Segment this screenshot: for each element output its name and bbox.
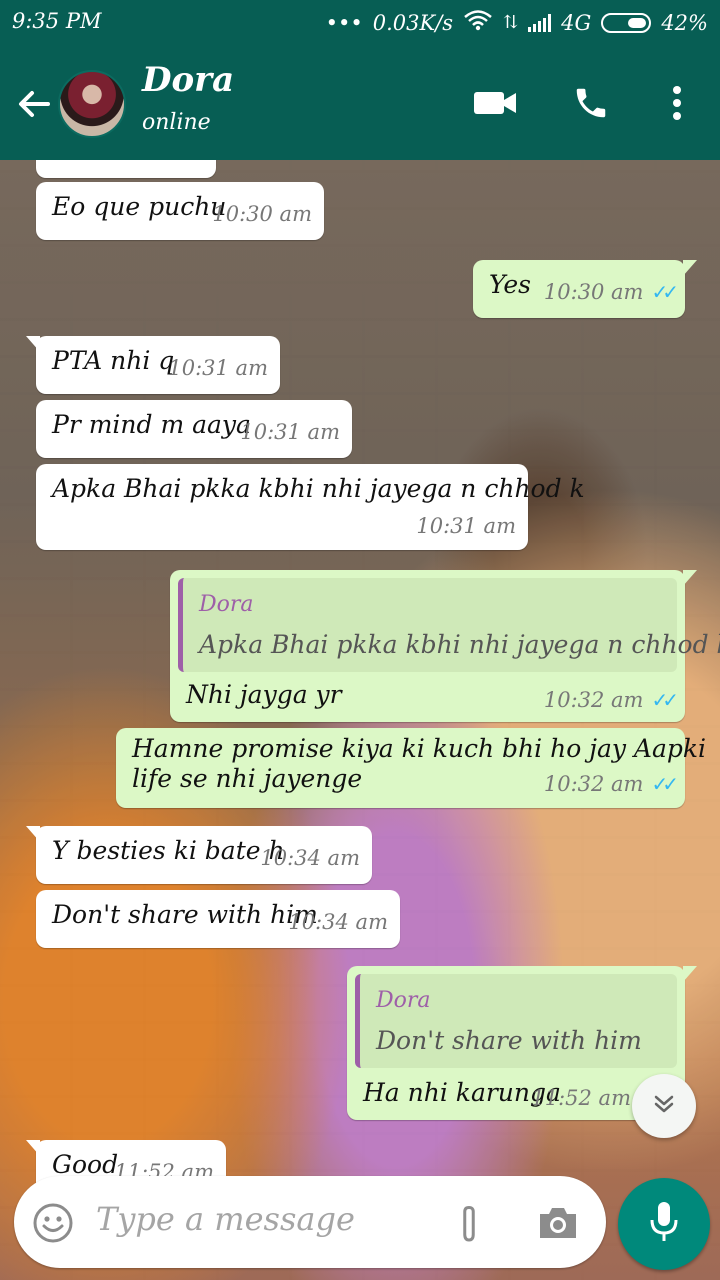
message-bubble-incoming[interactable]: Y besties ki bate h 10:34 am [26, 826, 372, 884]
quoted-text: Apka Bhai pkka kbhi nhi jayega n chhod k [199, 630, 720, 659]
mic-icon [647, 1200, 681, 1248]
avatar[interactable] [58, 70, 126, 138]
message-time: 10:30 am [543, 280, 644, 304]
quoted-author: Dora [199, 592, 254, 617]
emoji-icon[interactable] [32, 1202, 74, 1248]
message-meta: 10:32 am ✓✓ [543, 688, 679, 712]
quoted-message[interactable]: Dora Apka Bhai pkka kbhi nhi jayega n ch… [178, 578, 720, 672]
bubble-tail [683, 260, 697, 276]
bubble-tail [683, 570, 697, 586]
phone-icon[interactable] [566, 78, 616, 128]
mic-button[interactable] [618, 1178, 710, 1270]
presence-status: online [142, 110, 211, 135]
message-time: 10:31 am [240, 420, 340, 444]
attach-icon[interactable] [448, 1202, 490, 1248]
message-text: Y besties ki bate h [52, 836, 285, 865]
bubble-tail [26, 826, 40, 842]
bubble-tail [26, 1140, 40, 1156]
message-text: Apka Bhai pkka kbhi nhi jayega n chhod k [52, 474, 585, 503]
read-receipt-icon: ✓✓ [651, 772, 678, 796]
message-text: Pr mind m aaya [52, 410, 251, 439]
message-bubble-incoming[interactable]: Pr mind m aaya 10:31 am [36, 400, 352, 458]
message-bubble-incoming[interactable]: Eo que puchu 10:30 am [36, 182, 324, 240]
message-bubble-incoming[interactable]: PTA nhi q 10:31 am [26, 336, 280, 394]
network-speed: 0.03K/s [372, 10, 454, 35]
message-meta: 10:32 am ✓✓ [543, 772, 679, 796]
message-text: Good [52, 1150, 119, 1179]
message-text: Nhi jayga yr [186, 680, 342, 709]
contact-name[interactable]: Dora [142, 60, 234, 100]
wifi-icon [463, 9, 493, 36]
message-meta: 10:30 am ✓✓ [543, 280, 679, 304]
more-dots: ••• [325, 10, 363, 35]
data-arrows-icon: ⇅ [503, 12, 519, 33]
message-time: 11:52 am [531, 1086, 631, 1110]
message-text: Don't share with him [52, 900, 318, 929]
message-text-line1: Hamne promise kiya ki kuch bhi ho jay Aa… [132, 734, 707, 763]
message-text: Eo que puchu [52, 192, 227, 221]
message-time: 10:31 am [416, 514, 516, 538]
message-time: 10:34 am [288, 910, 388, 934]
video-call-icon[interactable] [470, 78, 520, 128]
more-options-icon[interactable] [652, 78, 702, 128]
status-right: ••• 0.03K/s ⇅ 4G 42% [326, 9, 708, 36]
network-type: 4G [561, 10, 592, 35]
message-time: 10:32 am [543, 688, 644, 712]
message-bubble-incoming[interactable]: Apka Bhai pkka kbhi nhi jayega n chhod k… [36, 464, 585, 550]
battery-level: 42% [661, 10, 708, 35]
read-receipt-icon: ✓✓ [651, 280, 678, 304]
message-time: 10:31 am [168, 356, 268, 380]
camera-icon[interactable] [536, 1202, 580, 1246]
status-bar: 9:35 PM ••• 0.03K/s ⇅ 4G 42% [0, 0, 720, 48]
quoted-author: Dora [376, 988, 431, 1013]
message-bubble-outgoing[interactable]: Hamne promise kiya ki kuch bhi ho jay Aa… [116, 728, 706, 808]
read-receipt-icon: ✓✓ [651, 688, 678, 712]
chat-header: Dora online [0, 48, 720, 160]
scroll-down-icon [651, 1091, 677, 1121]
status-time: 9:35 PM [12, 9, 102, 33]
message-bubble-outgoing-reply[interactable]: Dora Apka Bhai pkka kbhi nhi jayega n ch… [170, 570, 720, 722]
quoted-message[interactable]: Dora Don't share with him [355, 974, 677, 1068]
quoted-text: Don't share with him [376, 1026, 642, 1055]
message-time: 10:32 am [543, 772, 644, 796]
message-text: Yes [489, 270, 531, 299]
message-input[interactable]: Type a message [96, 1200, 355, 1238]
chat-area[interactable]: Eo que puchu 10:30 am Yes 10:30 am ✓✓ PTA… [0, 160, 720, 1280]
scroll-down-button[interactable] [632, 1074, 696, 1138]
message-text-line2: life se nhi jayenge [132, 764, 363, 793]
message-time: 10:30 am [212, 202, 312, 226]
message-bubble-incoming[interactable]: Don't share with him 10:34 am [36, 890, 400, 948]
message-bubble-partial[interactable] [36, 160, 216, 178]
message-composer[interactable]: Type a message [14, 1176, 606, 1268]
bubble-tail [683, 966, 697, 982]
bubble-tail [26, 336, 40, 352]
message-time: 10:34 am [260, 846, 360, 870]
message-bubble-outgoing[interactable]: Yes 10:30 am ✓✓ [473, 260, 697, 318]
battery-icon [601, 12, 652, 33]
signal-icon [528, 13, 552, 32]
back-arrow-icon[interactable] [14, 84, 54, 124]
message-text: PTA nhi q [52, 346, 175, 375]
